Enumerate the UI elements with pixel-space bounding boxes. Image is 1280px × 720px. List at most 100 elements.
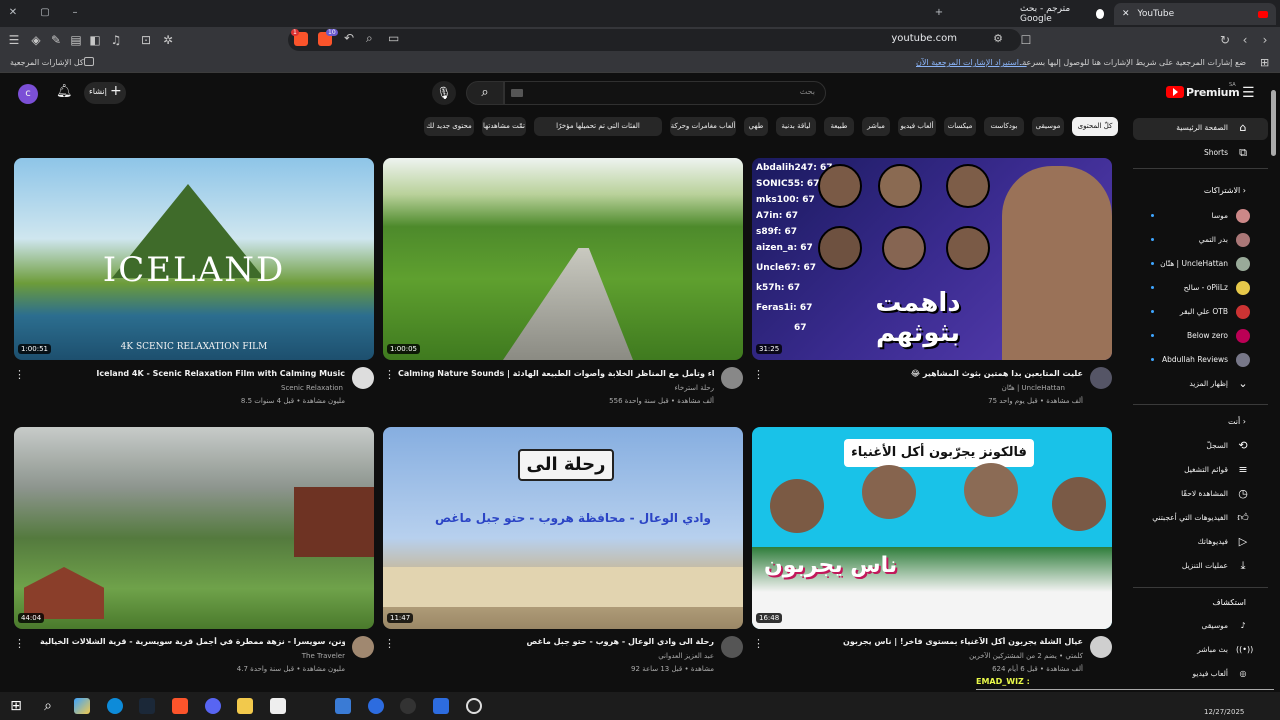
sidebar-item-subscription[interactable]: بدر التمي xyxy=(1133,230,1268,250)
video-thumbnail[interactable]: فالكونز يجرّبون أكل الأغنياء ناس يجربون … xyxy=(752,427,1112,629)
forward-icon[interactable]: › xyxy=(1257,32,1273,48)
channel-name[interactable]: عبد العزيز العدواني xyxy=(410,652,714,660)
create-button[interactable]: إنشاء + xyxy=(84,82,126,104)
you-header[interactable]: أنت › xyxy=(1228,417,1246,426)
minimize-window-icon[interactable]: – xyxy=(68,6,82,20)
reload-icon[interactable]: ↻ xyxy=(1217,32,1233,48)
new-tab-icon[interactable]: + xyxy=(932,6,946,20)
extensions-icon[interactable]: ✲ xyxy=(160,32,176,48)
store-icon[interactable] xyxy=(270,698,286,714)
scrollbar-thumb[interactable] xyxy=(1271,90,1276,156)
filter-chip[interactable]: مباشر xyxy=(862,117,890,136)
video-thumbnail[interactable]: 1:00:05 xyxy=(383,158,743,360)
video-thumbnail[interactable]: رحلة الى وادي الوعال - محافظة هروب - حتو… xyxy=(383,427,743,629)
sidebar-item-explore[interactable]: ألعاب فيديو ◎ xyxy=(1133,664,1268,684)
video-thumbnail[interactable]: ICELAND 4K SCENIC RELAXATION FILM 1:00:5… xyxy=(14,158,374,360)
channel-name[interactable]: The Traveler xyxy=(40,652,345,660)
subscriptions-header[interactable]: الاشتراكات › xyxy=(1204,186,1246,195)
zoom-icon[interactable]: ⌕ xyxy=(366,31,373,46)
channel-name[interactable]: كلمتي • يضم 2 من المشتركين الآخرين xyxy=(780,652,1083,660)
youtube-logo-icon[interactable] xyxy=(1166,86,1184,98)
start-icon[interactable]: ⊞ xyxy=(8,698,24,714)
video-title[interactable]: لوتربرونن، سويسرا - نزهة ممطرة في أجمل ق… xyxy=(40,637,345,646)
sidebar-item-home[interactable]: الصفحة الرئيسية ⌂ xyxy=(1133,118,1268,140)
obs-icon[interactable] xyxy=(400,698,416,714)
avatar[interactable]: c xyxy=(18,84,38,104)
avatar[interactable] xyxy=(1090,636,1112,658)
video-title[interactable]: Iceland 4K - Scenic Relaxation Film with… xyxy=(40,369,345,378)
filter-chip[interactable]: موسيقى xyxy=(1032,117,1064,136)
site-settings-icon[interactable]: ⚙ xyxy=(993,32,1003,45)
video-title[interactable]: Calming Nature Sounds | استرخاء وتأمل مع… xyxy=(398,369,714,378)
sidebar-item-subscription[interactable]: Abdullah Reviews xyxy=(1133,350,1268,370)
sidebar-item-you[interactable]: السجلّ ⟲ xyxy=(1133,436,1268,456)
all-bookmarks-link[interactable]: كل الإشارات المرجعية xyxy=(10,58,84,67)
steam-icon[interactable] xyxy=(139,698,155,714)
import-bookmarks-link[interactable]: استيراد الإشارات المرجعية الآن... xyxy=(916,58,1027,67)
music-icon[interactable]: ♫ xyxy=(108,32,124,48)
close-window-icon[interactable]: ✕ xyxy=(6,6,20,20)
tabs-icon[interactable]: ▤ xyxy=(68,32,84,48)
filter-chip[interactable]: ألعاب مغامرات وحركة xyxy=(670,117,736,136)
filter-chip[interactable]: طبيعة xyxy=(824,117,854,136)
channel-name[interactable]: رحلة استرخاء xyxy=(410,384,714,392)
cast-icon[interactable]: ▭ xyxy=(388,31,399,45)
filter-chip[interactable]: محتوى جديد لك xyxy=(424,117,474,136)
filter-chip[interactable]: ميكسات xyxy=(944,117,976,136)
brave-icon[interactable] xyxy=(172,698,188,714)
maximize-window-icon[interactable]: ▢ xyxy=(38,6,52,20)
filter-chip[interactable]: كلّ المحتوى xyxy=(1072,117,1118,136)
discord-icon[interactable] xyxy=(205,698,221,714)
tab-translate[interactable]: مترجم - بحث Google xyxy=(1012,3,1112,25)
app-icon[interactable] xyxy=(368,698,384,714)
sidebar-item-explore[interactable]: بث مباشر ((•)) xyxy=(1133,640,1268,660)
notifications-icon[interactable]: 🔔︎ xyxy=(56,84,73,99)
url-text[interactable]: youtube.com xyxy=(891,33,957,44)
bookmark-icon[interactable]: ☐ xyxy=(1018,32,1034,48)
sidebar-item-you[interactable]: المشاهدة لاحقًا ◷ xyxy=(1133,484,1268,504)
video-thumbnail[interactable]: 44:04 xyxy=(14,427,374,629)
sidebar-icon[interactable]: ◧ xyxy=(87,32,103,48)
brush-icon[interactable]: ✎ xyxy=(48,32,64,48)
sidebar-item-you[interactable]: قوائم التشغيل ≡ xyxy=(1133,460,1268,480)
more-options-icon[interactable]: ⋮ xyxy=(384,368,395,381)
sidebar-item-subscription[interactable]: Below zero xyxy=(1133,326,1268,346)
menu-icon[interactable]: ☰ xyxy=(6,32,22,48)
keyboard-icon[interactable] xyxy=(511,89,523,97)
sidebar-item-you[interactable]: الفيديوهات التي أعجبتني 👍︎ xyxy=(1133,508,1268,528)
apps-grid-icon[interactable]: ⊞ xyxy=(1260,56,1269,69)
avatar[interactable] xyxy=(352,636,374,658)
search-button[interactable]: ⌕ xyxy=(466,81,504,105)
filter-chip[interactable]: طهي xyxy=(744,117,768,136)
video-title[interactable]: عيال الشلة يجربون أكل الآغنياء بمستوى فا… xyxy=(780,637,1083,646)
sidebar-item-show-more[interactable]: إظهار المزيد ⌄ xyxy=(1133,374,1268,394)
close-tab-icon[interactable]: ✕ xyxy=(1122,9,1130,19)
avatar[interactable] xyxy=(721,636,743,658)
tab-youtube[interactable]: ✕ YouTube xyxy=(1114,3,1276,25)
sidebar-item-subscription[interactable]: علي البقر OTB xyxy=(1133,302,1268,322)
microphone-icon[interactable]: 🎙︎ xyxy=(432,81,456,105)
channel-name[interactable]: هتّان | UncleHattan xyxy=(780,384,1065,392)
search-icon[interactable]: ⌕ xyxy=(40,698,56,714)
channel-name[interactable]: Scenic Relaxation xyxy=(40,384,343,392)
more-options-icon[interactable]: ⋮ xyxy=(384,637,395,650)
filter-chip[interactable]: ألعاب فيديو xyxy=(898,117,936,136)
file-explorer-icon[interactable] xyxy=(237,698,253,714)
sidebar-item-you[interactable]: عمليات التنزيل ⤓ xyxy=(1133,556,1268,576)
video-title[interactable]: 😂 عليت المتابعين بدا همتين بثوث المشاهير xyxy=(770,369,1083,378)
back-icon[interactable]: ‹ xyxy=(1237,32,1253,48)
filter-chip[interactable]: لياقة بدنية xyxy=(776,117,816,136)
avatar[interactable] xyxy=(1090,367,1112,389)
more-options-icon[interactable]: ⋮ xyxy=(753,368,764,381)
copilot-icon[interactable] xyxy=(74,698,90,714)
obs-icon[interactable] xyxy=(466,698,482,714)
avatar[interactable] xyxy=(352,367,374,389)
more-options-icon[interactable]: ⋮ xyxy=(753,637,764,650)
sidebar-item-subscription[interactable]: سالح - oPiiLz xyxy=(1133,278,1268,298)
search-input[interactable]: بحث xyxy=(504,81,826,105)
sidebar-item-explore[interactable]: موسيقى ♪ xyxy=(1133,616,1268,636)
sidebar-item-subscription[interactable]: موسا xyxy=(1133,206,1268,226)
filter-chip[interactable]: بودكاست xyxy=(984,117,1024,136)
sidebar-item-shorts[interactable]: Shorts ⧉ xyxy=(1133,143,1268,163)
video-title[interactable]: رحلة الى وادي الوعال - هروب - حتو جبل ما… xyxy=(410,637,714,646)
